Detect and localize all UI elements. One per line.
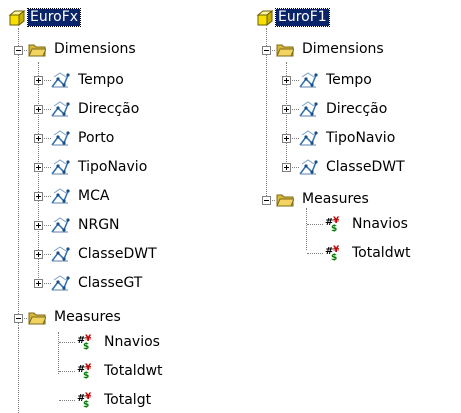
measure-icon: # ¥$: [77, 392, 92, 410]
folder-label: Dimensions: [302, 41, 384, 57]
expand-plus-icon[interactable]: [34, 192, 43, 201]
dimension-label: ClasseDWT: [78, 246, 157, 262]
measure-icon: # ¥$: [325, 216, 340, 234]
collapse-minus-icon[interactable]: [14, 46, 23, 55]
cube-label: EuroFx: [26, 8, 82, 27]
folder-label: Measures: [302, 191, 369, 207]
cube-icon: [8, 10, 26, 26]
dimension-label: Porto: [78, 130, 115, 146]
tree-line: [18, 28, 19, 328]
dimension-label: NRGN: [78, 217, 120, 233]
cube-icon: [256, 10, 274, 26]
svg-text:$: $: [83, 342, 89, 350]
dimension-icon: [51, 72, 70, 88]
measure-label: Nnavios: [104, 334, 160, 350]
dimension-icon: [299, 72, 318, 88]
dimension-label: Direcção: [326, 101, 388, 117]
svg-text:$: $: [83, 371, 89, 379]
dimension-label: ClasseDWT: [326, 159, 405, 175]
dimension-label: TipoNavio: [326, 130, 396, 146]
tree-line: [306, 208, 307, 250]
dimension-label: Direcção: [78, 101, 140, 117]
measure-icon: # ¥$: [77, 334, 92, 352]
tree-line: [59, 371, 75, 372]
tree-line: [18, 328, 19, 413]
folder-icon: [28, 44, 46, 57]
cube-label: EuroF1: [275, 8, 330, 27]
dimension-icon: [299, 159, 318, 175]
dimension-icon: [51, 159, 70, 175]
folder-icon: [28, 312, 46, 325]
svg-text:$: $: [331, 253, 337, 261]
dimension-icon: [51, 217, 70, 233]
folder-icon: [276, 44, 294, 57]
tree-line: [58, 332, 59, 374]
collapse-minus-icon[interactable]: [262, 46, 271, 55]
svg-text:$: $: [331, 224, 337, 232]
collapse-minus-icon[interactable]: [262, 196, 271, 205]
dimension-label: Tempo: [326, 72, 372, 88]
expand-plus-icon[interactable]: [282, 134, 291, 143]
dimension-icon: [51, 188, 70, 204]
measure-label: Nnavios: [352, 216, 408, 232]
expand-plus-icon[interactable]: [34, 105, 43, 114]
dimension-label: ClasseGT: [78, 275, 143, 291]
dimension-label: TipoNavio: [78, 159, 148, 175]
folder-icon: [276, 194, 294, 207]
expand-plus-icon[interactable]: [34, 163, 43, 172]
folder-label: Dimensions: [54, 41, 136, 57]
tree-line: [307, 253, 323, 254]
expand-plus-icon[interactable]: [34, 76, 43, 85]
collapse-minus-icon[interactable]: [14, 314, 23, 323]
dimension-icon: [299, 130, 318, 146]
measure-icon: # ¥$: [325, 245, 340, 263]
expand-plus-icon[interactable]: [34, 221, 43, 230]
tree-line: [307, 224, 323, 225]
tree-line: [59, 400, 75, 401]
dimension-icon: [299, 101, 318, 117]
dimension-label: MCA: [78, 188, 110, 204]
dimension-icon: [51, 101, 70, 117]
measure-label: Totalgt: [104, 392, 152, 408]
measure-icon: # ¥$: [77, 363, 92, 381]
expand-plus-icon[interactable]: [34, 279, 43, 288]
expand-plus-icon[interactable]: [282, 105, 291, 114]
svg-text:$: $: [83, 400, 89, 408]
measure-label: Totaldwt: [352, 245, 411, 261]
dimension-icon: [51, 130, 70, 146]
expand-plus-icon[interactable]: [282, 76, 291, 85]
tree-line: [59, 342, 75, 343]
expand-plus-icon[interactable]: [34, 250, 43, 259]
dimension-icon: [51, 246, 70, 262]
folder-label: Measures: [54, 309, 121, 325]
expand-plus-icon[interactable]: [282, 163, 291, 172]
measure-label: Totaldwt: [104, 363, 163, 379]
dimension-icon: [51, 275, 70, 291]
dimension-label: Tempo: [78, 72, 124, 88]
expand-plus-icon[interactable]: [34, 134, 43, 143]
